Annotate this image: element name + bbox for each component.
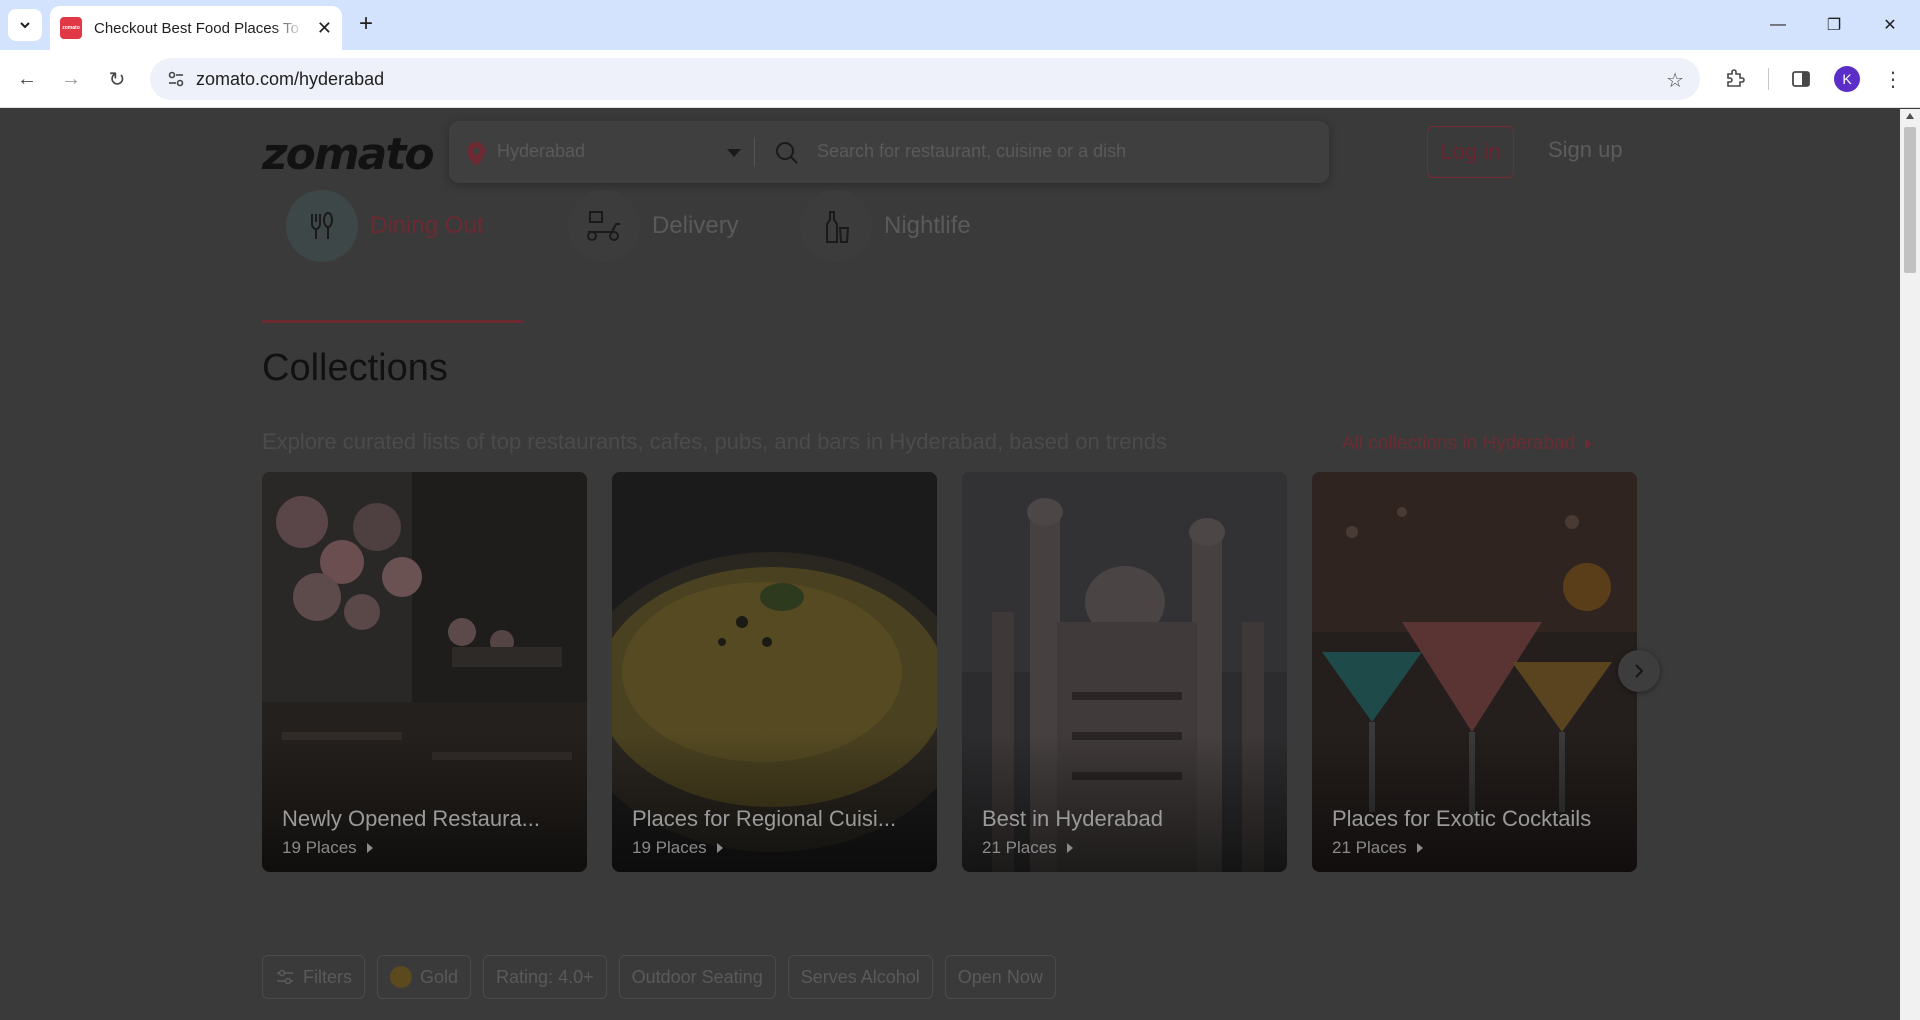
tab-title: Checkout Best Food Places To Eat in Hyde… — [94, 19, 304, 37]
collections-heading: Collections — [262, 347, 448, 389]
tab-delivery[interactable]: Delivery — [568, 181, 739, 271]
url-text: zomato.com/hyderabad — [196, 68, 385, 89]
carousel-next-button[interactable] — [1618, 650, 1660, 692]
location-caret-icon[interactable] — [727, 149, 741, 157]
reload-icon[interactable]: ↻ — [100, 62, 134, 96]
collection-card[interactable]: Newly Opened Restaura... 19 Places — [262, 472, 587, 872]
signup-button[interactable]: Sign up — [1548, 137, 1623, 163]
chevron-down-icon — [20, 22, 30, 29]
collection-count-text: 19 Places — [282, 838, 357, 857]
all-collections-link[interactable]: All collections in Hyderabad — [1342, 433, 1593, 455]
location-pin-icon — [467, 142, 485, 166]
all-collections-label: All collections in Hyderabad — [1342, 433, 1576, 454]
extensions-icon[interactable] — [1720, 64, 1750, 94]
collection-count-text: 21 Places — [1332, 838, 1407, 857]
zomato-logo[interactable]: zomato — [262, 129, 435, 180]
minimize-icon[interactable]: — — [1750, 0, 1806, 50]
avatar-initial: K — [1842, 71, 1852, 87]
collection-count: 19 Places — [632, 838, 723, 858]
caret-right-icon — [1416, 843, 1423, 853]
collection-title: Newly Opened Restaura... — [282, 806, 541, 831]
gold-crown-icon — [390, 966, 412, 988]
rating-chip-label: Rating: 4.0+ — [496, 966, 594, 987]
open-now-chip[interactable]: Open Now — [944, 955, 1056, 999]
new-tab-button[interactable]: + — [352, 10, 380, 38]
collection-card[interactable]: Places for Regional Cuisi... 19 Places — [612, 472, 937, 872]
filters-chip[interactable]: Filters — [262, 955, 365, 999]
caret-right-icon — [366, 843, 373, 853]
location-selector[interactable]: Hyderabad — [497, 141, 585, 162]
serves-alcohol-chip[interactable]: Serves Alcohol — [787, 955, 933, 999]
collection-card[interactable]: Places for Exotic Cocktails 21 Places — [1312, 472, 1637, 872]
gold-chip-label: Gold — [420, 966, 459, 987]
back-icon[interactable]: ← — [10, 62, 44, 96]
side-panel-icon[interactable] — [1786, 64, 1816, 94]
close-tab-icon[interactable]: ✕ — [317, 18, 332, 39]
search-input[interactable]: Search for restaurant, cuisine or a dish — [817, 141, 1126, 162]
tab-nightlife-label: Nightlife — [884, 212, 971, 239]
restore-icon[interactable]: ❐ — [1806, 0, 1862, 50]
open-now-chip-label: Open Now — [957, 966, 1043, 987]
toolbar-divider — [1768, 68, 1769, 90]
collection-count: 21 Places — [982, 838, 1073, 858]
page-content: zomato Hyderabad Search for restaurant, … — [0, 109, 1900, 1020]
collection-count: 21 Places — [1332, 838, 1423, 858]
scroll-up-arrow-icon[interactable] — [1906, 113, 1914, 119]
tab-search-button[interactable] — [8, 9, 42, 41]
outdoor-seating-chip-label: Outdoor Seating — [631, 966, 763, 987]
active-tab-underline — [262, 320, 524, 323]
collection-count-text: 21 Places — [982, 838, 1057, 857]
delivery-scooter-icon — [568, 190, 640, 262]
serves-alcohol-chip-label: Serves Alcohol — [800, 966, 920, 987]
caret-right-icon — [716, 843, 723, 853]
collections-subtitle: Explore curated lists of top restaurants… — [262, 429, 1167, 454]
caret-right-icon — [1585, 438, 1593, 450]
filters-chip-label: Filters — [303, 966, 352, 987]
rating-chip[interactable]: Rating: 4.0+ — [483, 955, 607, 999]
collection-title: Places for Regional Cuisi... — [632, 806, 897, 831]
tab-delivery-label: Delivery — [652, 212, 739, 239]
address-bar[interactable]: zomato.com/hyderabad ☆ — [150, 58, 1700, 100]
filter-bar: Filters Gold Rating: 4.0+ Outdoor Seatin… — [262, 955, 1056, 999]
outdoor-seating-chip[interactable]: Outdoor Seating — [618, 955, 776, 999]
filter-sliders-icon — [277, 969, 293, 985]
collection-count: 19 Places — [282, 838, 373, 858]
search-bar: Hyderabad Search for restaurant, cuisine… — [449, 121, 1329, 183]
login-button[interactable]: Log in — [1427, 126, 1514, 178]
profile-avatar[interactable]: K — [1834, 66, 1860, 92]
scroll-thumb[interactable] — [1904, 127, 1916, 273]
browser-tab[interactable]: zomato Checkout Best Food Places To Eat … — [50, 6, 342, 50]
gold-chip[interactable]: Gold — [377, 955, 472, 999]
menu-kebab-icon[interactable]: ⋮ — [1878, 64, 1908, 94]
favicon-text: zomato — [62, 25, 80, 31]
zomato-favicon-icon: zomato — [60, 17, 82, 39]
page-scrollbar[interactable] — [1900, 109, 1920, 1020]
window-close-icon[interactable]: ✕ — [1862, 0, 1918, 50]
chevron-right-icon — [1635, 664, 1644, 678]
browser-toolbar: ← → ↻ zomato.com/hyderabad ☆ ⋮ — [0, 50, 1920, 108]
collection-title: Best in Hyderabad — [982, 806, 1163, 831]
search-divider — [754, 137, 755, 167]
tab-dining-out[interactable]: Dining Out — [286, 181, 483, 271]
bookmark-star-icon[interactable]: ☆ — [1666, 68, 1684, 93]
collection-title: Places for Exotic Cocktails — [1332, 806, 1592, 831]
dining-icon — [286, 190, 358, 262]
site-info-icon[interactable] — [156, 58, 196, 100]
collection-card[interactable]: Best in Hyderabad 21 Places — [962, 472, 1287, 872]
tab-dining-out-label: Dining Out — [370, 212, 484, 239]
collection-count-text: 19 Places — [632, 838, 707, 857]
search-icon — [776, 142, 798, 164]
browser-tabbar: zomato Checkout Best Food Places To Eat … — [0, 0, 1920, 50]
tab-nightlife[interactable]: Nightlife — [800, 181, 971, 271]
caret-right-icon — [1066, 843, 1073, 853]
forward-icon[interactable]: → — [54, 62, 88, 96]
nightlife-bottle-icon — [800, 190, 872, 262]
